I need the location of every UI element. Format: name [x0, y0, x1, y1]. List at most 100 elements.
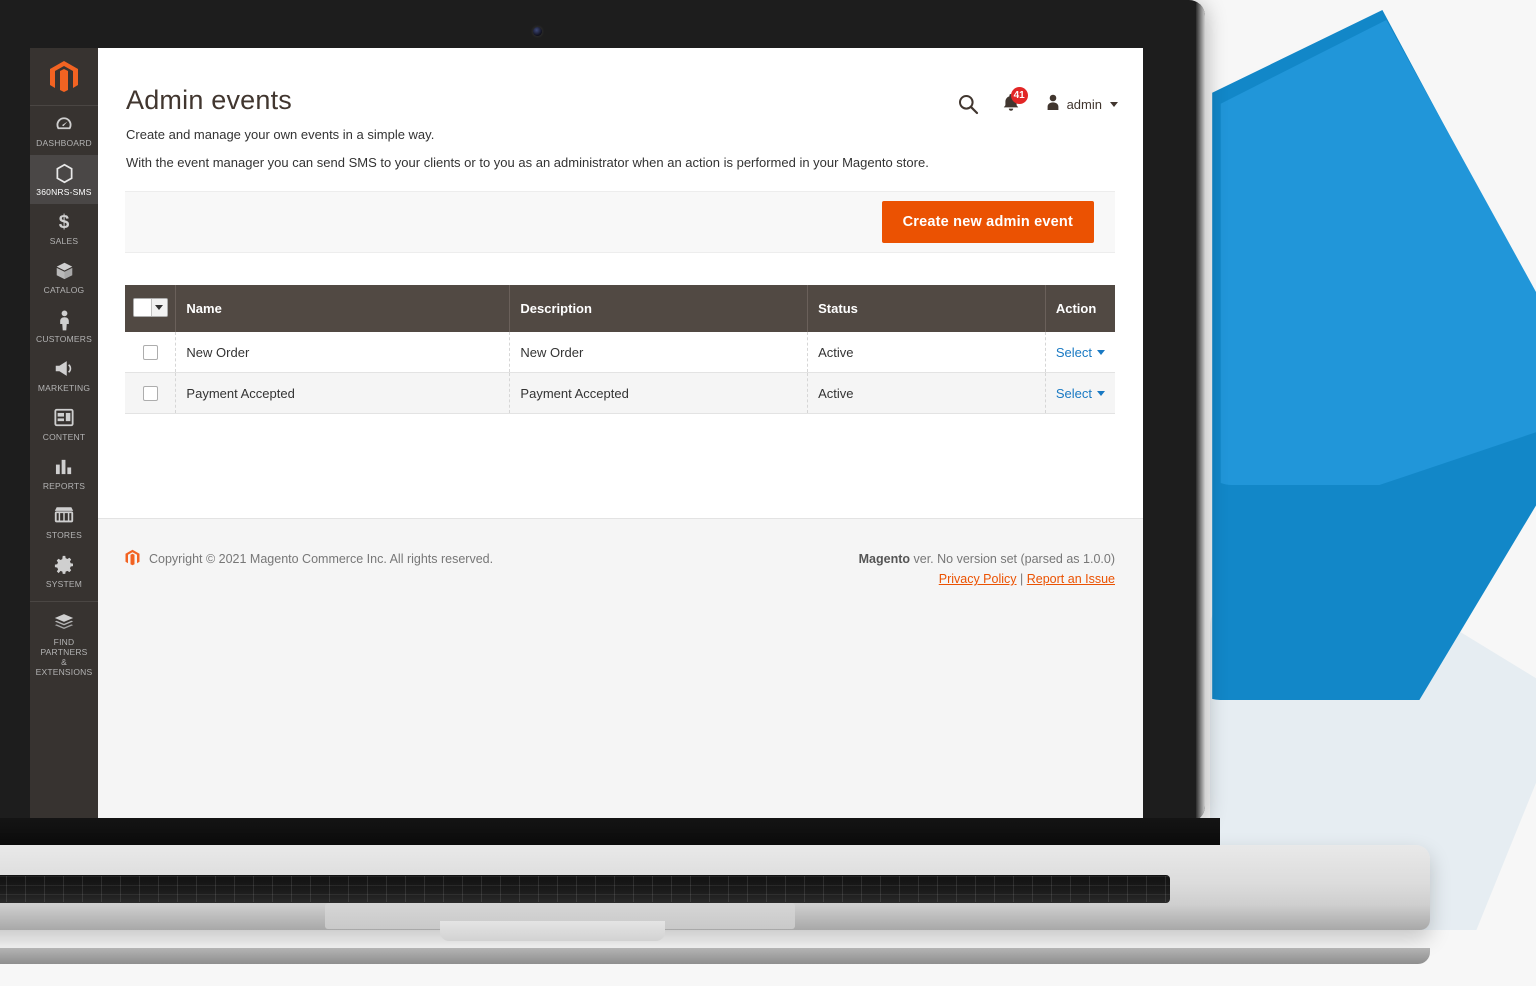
sidebar-item-label: REPORTS	[42, 481, 86, 491]
column-header-action: Action	[1045, 285, 1115, 332]
keyboard-keys	[0, 876, 1170, 902]
dollar-icon: $	[58, 212, 70, 233]
footer-links: Privacy Policy | Report an Issue	[859, 569, 1115, 589]
version-line: Magento ver. No version set (parsed as 1…	[859, 549, 1115, 569]
layout-icon	[32, 408, 96, 430]
events-grid-wrapper: Name Description Status Action New Order…	[125, 285, 1115, 415]
person-icon	[32, 310, 96, 332]
admin-page: Admin events Create and manage your own …	[98, 48, 1143, 818]
row-checkbox-cell[interactable]	[125, 332, 177, 374]
grid-header: Name Description Status Action	[125, 285, 1115, 332]
row-checkbox[interactable]	[142, 345, 158, 361]
page-actions-toolbar: Create new admin event	[125, 191, 1115, 253]
laptop-screen: DASHBOARD 360NRS-SMS $ SALES CATALOG CUS…	[30, 48, 1143, 818]
events-grid: Name Description Status Action New Order…	[125, 285, 1115, 415]
column-header-status[interactable]: Status	[807, 285, 1046, 332]
page-footer: Copyright © 2021 Magento Commerce Inc. A…	[98, 518, 1143, 818]
background-shape-blue-light	[1220, 20, 1536, 485]
sidebar-item-label: CUSTOMERS	[36, 334, 92, 344]
table-row[interactable]: Payment Accepted Payment Accepted Active…	[125, 372, 1115, 415]
box-icon	[32, 261, 96, 283]
header-actions: 41 admin	[957, 87, 1118, 116]
sidebar-item-marketing[interactable]: MARKETING	[30, 351, 98, 400]
sidebar-item-system[interactable]: SYSTEM	[30, 547, 98, 596]
magento-logo-icon[interactable]	[30, 48, 98, 106]
row-action-select[interactable]: Select	[1056, 345, 1105, 360]
sidebar-item-find-partners-extensions[interactable]: FIND PARTNERS & EXTENSIONS	[30, 601, 98, 684]
row-name: New Order	[175, 332, 511, 374]
laptop-keyboard	[0, 875, 1170, 903]
chevron-down-icon[interactable]	[150, 299, 167, 316]
intro-line-1: Create and manage your own events in a s…	[126, 127, 435, 142]
table-row[interactable]: New Order New Order Active Select	[125, 332, 1115, 374]
row-action-select[interactable]: Select	[1056, 386, 1105, 401]
version-text: ver. No version set (parsed as 1.0.0)	[910, 552, 1116, 566]
laptop-base	[0, 818, 1430, 964]
hexagon-icon	[32, 163, 96, 185]
sidebar-item-label: 360NRS-SMS	[36, 187, 92, 197]
laptop-screen-bezel: DASHBOARD 360NRS-SMS $ SALES CATALOG CUS…	[0, 0, 1205, 822]
sidebar-item-360nrs-sms[interactable]: 360NRS-SMS	[30, 155, 98, 204]
privacy-policy-link[interactable]: Privacy Policy	[939, 572, 1017, 586]
storefront-icon	[32, 506, 96, 528]
user-avatar-icon	[1045, 94, 1061, 114]
sidebar-item-customers[interactable]: CUSTOMERS	[30, 302, 98, 351]
chevron-down-icon	[1097, 390, 1105, 396]
chevron-down-icon	[1097, 349, 1105, 355]
admin-sidebar: DASHBOARD 360NRS-SMS $ SALES CATALOG CUS…	[30, 48, 98, 818]
row-checkbox[interactable]	[142, 386, 158, 402]
sidebar-item-label: STORES	[46, 530, 82, 540]
row-action-label: Select	[1055, 344, 1092, 360]
report-issue-link[interactable]: Report an Issue	[1027, 572, 1115, 586]
background-shape-blue	[1212, 10, 1536, 700]
row-checkbox-cell[interactable]	[125, 372, 177, 415]
sidebar-item-sales[interactable]: $ SALES	[30, 204, 98, 253]
row-status: Active	[807, 332, 1046, 374]
laptop-base-edge	[0, 948, 1430, 964]
column-header-description[interactable]: Description	[509, 285, 809, 332]
magento-logo-svg	[50, 61, 78, 92]
admin-user-menu[interactable]: admin	[1045, 94, 1118, 114]
laptop-hinge	[0, 818, 1220, 848]
create-new-admin-event-button[interactable]: Create new admin event	[881, 201, 1094, 243]
column-header-name[interactable]: Name	[175, 285, 511, 332]
row-action-cell[interactable]: Select	[1045, 372, 1115, 415]
laptop-front-notch	[440, 921, 665, 941]
gear-icon	[32, 555, 96, 577]
sidebar-item-dashboard[interactable]: DASHBOARD	[30, 106, 98, 155]
bar-chart-icon	[32, 457, 96, 479]
select-all-control[interactable]	[132, 298, 168, 317]
sidebar-item-label: SALES	[49, 236, 79, 246]
row-name: Payment Accepted	[175, 372, 511, 415]
sidebar-item-stores[interactable]: STORES	[30, 498, 98, 547]
copyright-block: Copyright © 2021 Magento Commerce Inc. A…	[125, 549, 493, 569]
chevron-down-icon	[1110, 101, 1118, 107]
sidebar-item-label: DASHBOARD	[36, 138, 92, 148]
intro-line-2: With the event manager you can send SMS …	[126, 155, 929, 170]
sidebar-item-label: FIND PARTNERS & EXTENSIONS	[35, 637, 93, 677]
select-all-checkbox[interactable]	[133, 299, 151, 316]
row-action-label: Select	[1055, 385, 1092, 401]
sidebar-item-content[interactable]: CONTENT	[30, 400, 98, 449]
search-icon[interactable]	[957, 93, 979, 115]
extensions-icon	[32, 613, 96, 635]
magento-footer-logo-icon	[125, 549, 140, 569]
grid-body: New Order New Order Active Select Paymen…	[125, 332, 1115, 415]
row-action-cell[interactable]: Select	[1045, 332, 1115, 374]
screenshot-stage: DASHBOARD 360NRS-SMS $ SALES CATALOG CUS…	[0, 0, 1536, 986]
copyright-text: Copyright © 2021 Magento Commerce Inc. A…	[149, 552, 494, 566]
sidebar-item-label: MARKETING	[37, 383, 91, 393]
sidebar-item-label: CONTENT	[42, 432, 86, 442]
sidebar-item-label: CATALOG	[43, 285, 85, 295]
select-all-dropdown-icon[interactable]	[125, 285, 177, 332]
row-description: New Order	[509, 332, 809, 374]
megaphone-icon	[32, 359, 96, 381]
sidebar-item-reports[interactable]: REPORTS	[30, 449, 98, 498]
sidebar-item-catalog[interactable]: CATALOG	[30, 253, 98, 302]
sidebar-item-label: SYSTEM	[45, 579, 83, 589]
notifications-count-badge: 41	[1010, 87, 1028, 104]
magento-brand-label: Magento	[858, 552, 911, 566]
laptop-body	[0, 845, 1430, 964]
row-description: Payment Accepted	[509, 372, 809, 415]
notifications-bell-icon[interactable]: 41	[1000, 87, 1028, 116]
